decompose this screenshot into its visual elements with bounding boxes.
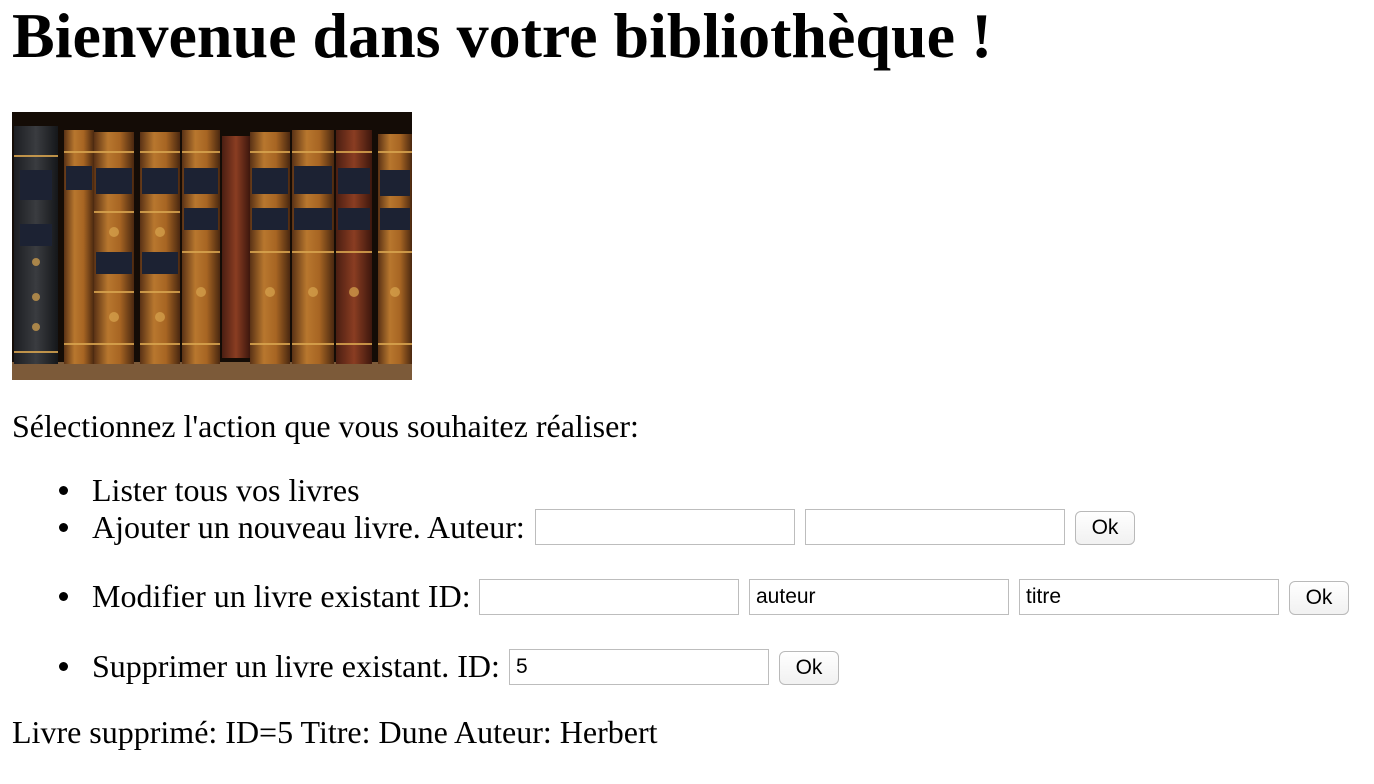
add-book-label: Ajouter un nouveau livre. Auteur: (92, 509, 525, 545)
delete-ok-button[interactable]: Ok (779, 651, 839, 685)
bullet-icon (59, 523, 68, 532)
delete-book-label: Supprimer un livre existant. ID: (92, 648, 500, 684)
bookshelf-illustration (12, 112, 412, 380)
instructions-text: Sélectionnez l'action que vous souhaitez… (12, 408, 639, 444)
add-ok-button[interactable]: Ok (1075, 511, 1135, 545)
edit-id-input[interactable] (479, 579, 739, 615)
list-item-list-books: Lister tous vos livres (0, 470, 1374, 510)
add-title-input[interactable] (805, 509, 1065, 545)
edit-author-input[interactable] (749, 579, 1009, 615)
edit-title-input[interactable] (1019, 579, 1279, 615)
edit-ok-button[interactable]: Ok (1289, 581, 1349, 615)
status-message: Livre supprimé: ID=5 Titre: Dune Auteur:… (12, 714, 658, 750)
add-author-input[interactable] (535, 509, 795, 545)
bookshelf-image (12, 112, 412, 380)
bullet-icon (59, 486, 68, 495)
edit-book-label: Modifier un livre existant ID: (92, 578, 471, 614)
bullet-icon (59, 592, 68, 601)
list-books-link[interactable]: Lister tous vos livres (92, 470, 360, 510)
page-title: Bienvenue dans votre bibliothèque ! (12, 0, 993, 71)
delete-id-input[interactable] (509, 649, 769, 685)
bullet-icon (59, 662, 68, 671)
